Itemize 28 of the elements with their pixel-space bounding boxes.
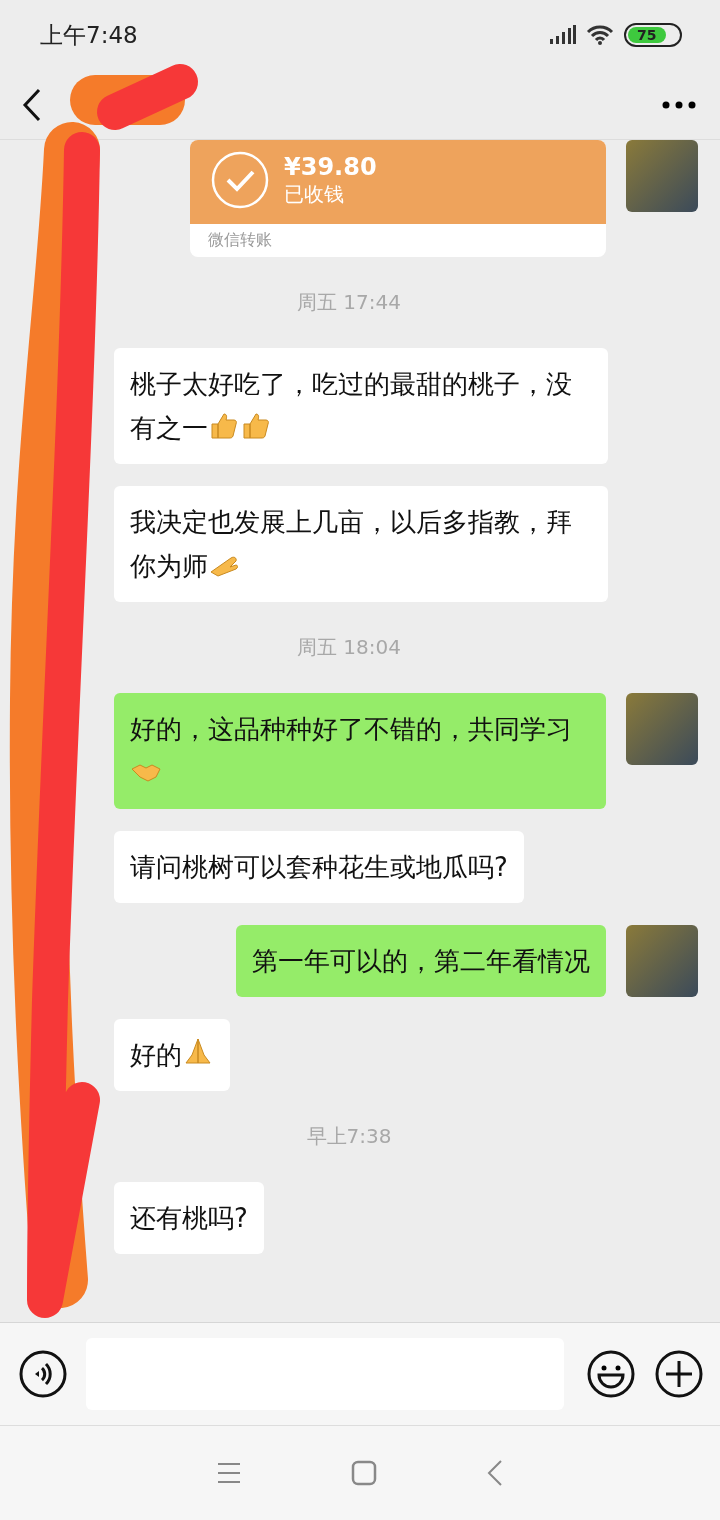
- timestamp: 早上7:38: [306, 1123, 392, 1150]
- message-bubble: 还有桃吗?: [114, 1182, 264, 1254]
- timestamp: 周五 17:44: [297, 289, 401, 316]
- home-icon[interactable]: [351, 1460, 377, 1486]
- transfer-card[interactable]: ¥39.80 已收钱 微信转账: [190, 140, 606, 257]
- menu-icon[interactable]: [217, 1462, 241, 1484]
- check-circle-icon: [210, 150, 270, 210]
- timestamp: 周五 18:04: [297, 634, 401, 661]
- message-bubble: 桃子太好吃了，吃过的最甜的桃子，没有之一: [114, 348, 608, 464]
- more-icon[interactable]: [662, 100, 696, 109]
- transfer-label: 微信转账: [207, 229, 273, 251]
- message-bubble: 好的: [114, 1019, 230, 1091]
- message-bubble: 第一年可以的，第二年看情况: [236, 925, 606, 997]
- message-bubble: 我决定也发展上几亩，以后多指教，拜你为师: [114, 486, 608, 602]
- transfer-amount: ¥39.80: [284, 152, 377, 181]
- battery-icon: 75: [624, 23, 682, 47]
- avatar-photo-placeholder[interactable]: [626, 693, 698, 765]
- plus-icon[interactable]: [654, 1349, 704, 1399]
- transfer-status: 已收钱: [284, 180, 345, 208]
- wifi-icon: [586, 24, 614, 46]
- status-time: 上午7:48: [40, 20, 138, 50]
- avatar-photo-placeholder[interactable]: [626, 925, 698, 997]
- back-icon[interactable]: [22, 87, 42, 122]
- signal-icon: [548, 25, 576, 45]
- message-bubble: 好的，这品种种好了不错的，共同学习: [114, 693, 606, 809]
- voice-icon[interactable]: [18, 1349, 68, 1399]
- avatar-photo-placeholder[interactable]: [626, 140, 698, 212]
- message-bubble: 请问桃树可以套种花生或地瓜吗?: [114, 831, 524, 903]
